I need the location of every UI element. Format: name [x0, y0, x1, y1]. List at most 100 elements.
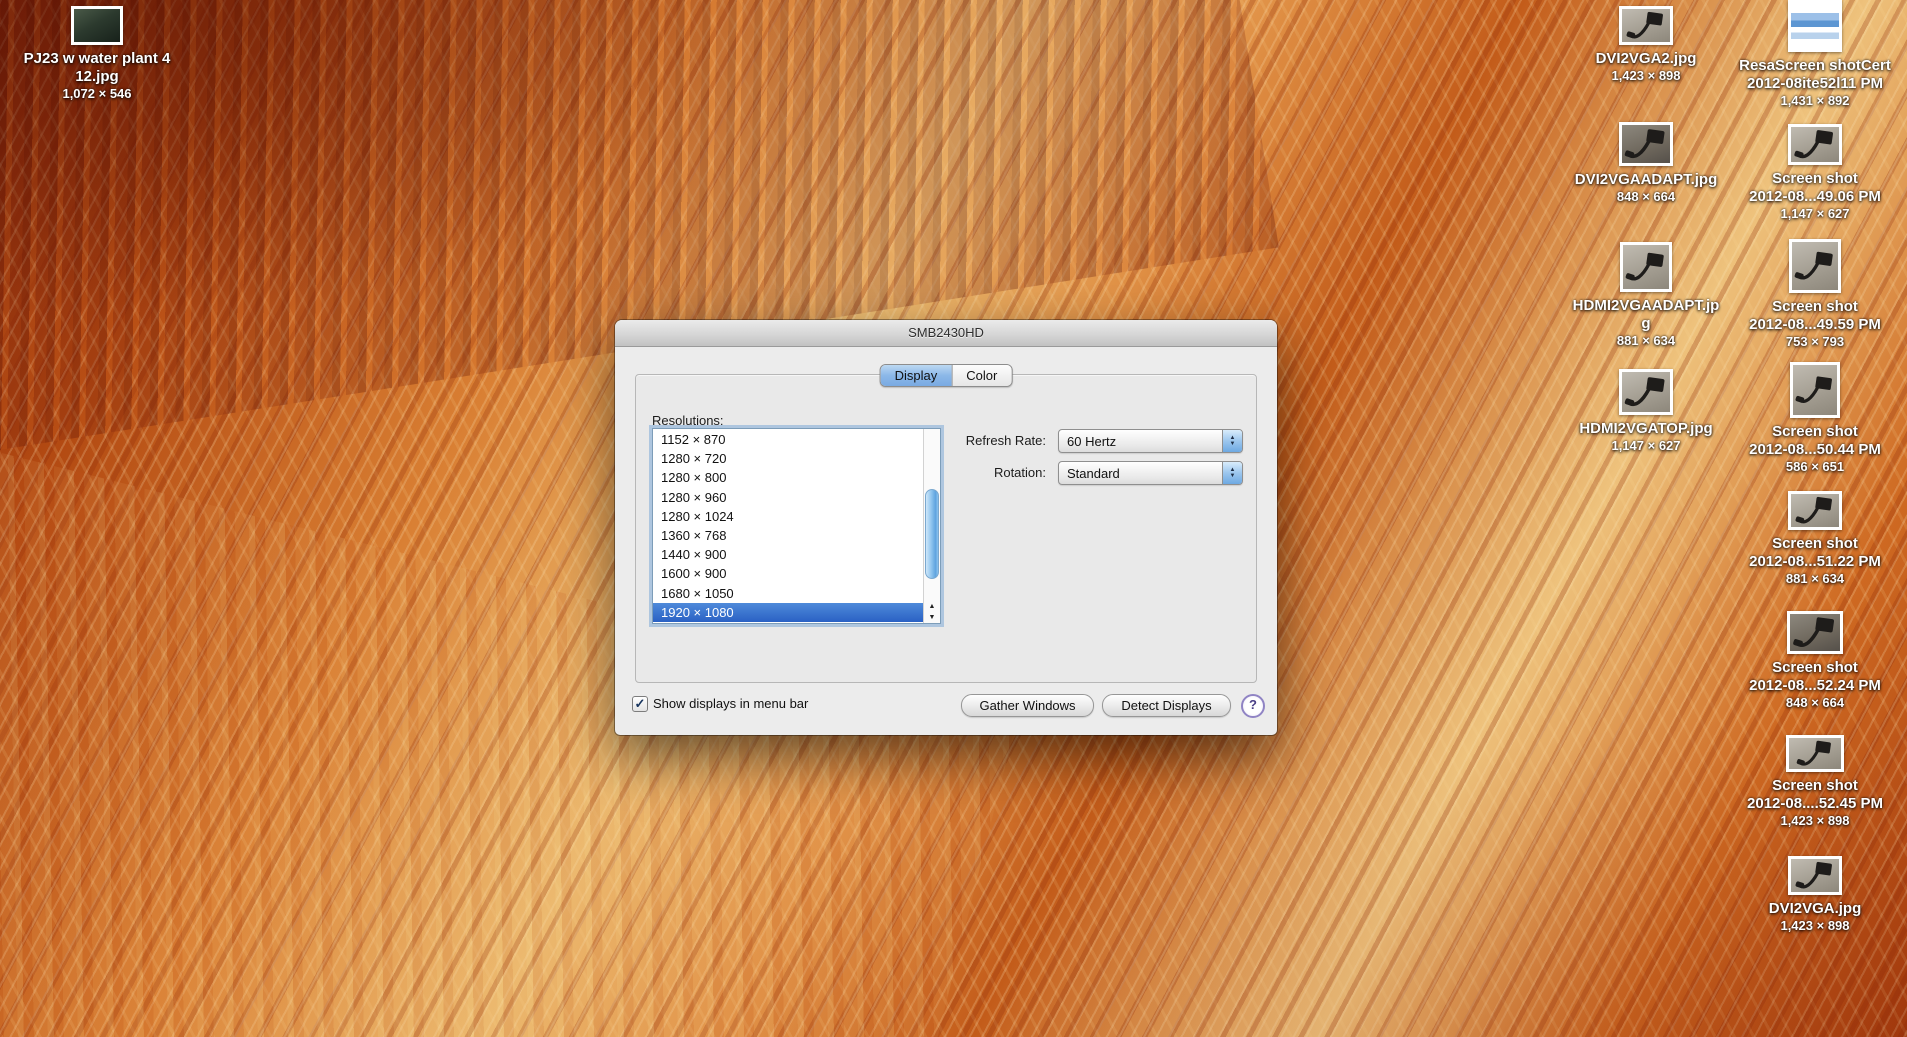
help-button[interactable]: ?: [1241, 694, 1265, 718]
file-thumbnail-icon: [1619, 369, 1673, 415]
icon-label-line: 2012-08ite52l11 PM: [1724, 75, 1907, 93]
resolutions-scrollbar[interactable]: ▲ ▼: [923, 429, 940, 623]
icon-label-line: 2012-08...49.06 PM: [1725, 188, 1905, 206]
icon-dimensions: 881 × 634: [1725, 571, 1905, 587]
file-thumbnail-icon: [1789, 239, 1841, 293]
gather-windows-button[interactable]: Gather Windows: [961, 694, 1094, 717]
resolution-option[interactable]: 1280 × 960: [653, 488, 924, 507]
desktop-icon[interactable]: ResaScreen shotCert2012-08ite52l11 PM 1,…: [1724, 0, 1907, 109]
adapter-glyph-icon: [1793, 365, 1837, 415]
file-thumbnail-icon: [71, 6, 123, 45]
icon-label: DVI2VGA2.jpg: [1556, 50, 1736, 68]
adapter-glyph-icon: [1623, 245, 1669, 289]
scroll-down-arrow[interactable]: ▼: [924, 612, 940, 623]
thumbnail-photo: [74, 9, 120, 42]
icon-dimensions: 1,147 × 627: [1725, 206, 1905, 222]
window-title: SMB2430HD: [908, 325, 984, 340]
icon-label-line: DVI2VGA2.jpg: [1556, 50, 1736, 68]
file-thumbnail-icon: [1787, 611, 1843, 654]
adapter-glyph-icon: [1790, 614, 1840, 651]
resolution-option[interactable]: 1152 × 870: [653, 430, 924, 449]
resolution-option[interactable]: 1680 × 1050: [653, 584, 924, 603]
icon-label-line: DVI2VGAADAPT.jpg: [1556, 171, 1736, 189]
icon-dimensions: 1,423 × 898: [1725, 918, 1905, 934]
icon-label-line: DVI2VGA.jpg: [1725, 900, 1905, 918]
desktop-icon[interactable]: Screen shot2012-08...51.22 PM 881 × 634: [1725, 491, 1905, 587]
icon-label: DVI2VGA.jpg: [1725, 900, 1905, 918]
icon-label: Screen shot2012-08...49.06 PM: [1725, 170, 1905, 206]
desktop-icon[interactable]: DVI2VGA2.jpg 1,423 × 898: [1556, 6, 1736, 84]
adapter-glyph-icon: [1622, 9, 1670, 42]
adapter-glyph-icon: [1791, 127, 1839, 162]
tab-display[interactable]: Display: [881, 365, 952, 386]
rotation-select[interactable]: Standard ▲▼: [1058, 461, 1243, 485]
resolution-option[interactable]: 1280 × 1024: [653, 507, 924, 526]
file-thumbnail-icon: [1790, 362, 1840, 418]
icon-label-line: Screen shot: [1725, 170, 1905, 188]
detect-displays-button[interactable]: Detect Displays: [1102, 694, 1231, 717]
resolution-option[interactable]: 1600 × 900: [653, 564, 924, 583]
refresh-rate-select[interactable]: 60 Hertz ▲▼: [1058, 429, 1243, 453]
resolution-option[interactable]: 1280 × 720: [653, 449, 924, 468]
icon-label-line: 2012-08...52.24 PM: [1725, 677, 1905, 695]
icon-label-line: 12.jpg: [1, 68, 193, 86]
popup-stepper-icon: ▲▼: [1222, 462, 1242, 484]
thumbnail-photo: [1791, 494, 1839, 527]
icon-label: ResaScreen shotCert2012-08ite52l11 PM: [1724, 57, 1907, 93]
adapter-glyph-icon: [1622, 372, 1670, 412]
scroll-up-arrow[interactable]: ▲: [924, 601, 940, 612]
icon-label-line: Screen shot: [1724, 777, 1907, 795]
icon-dimensions: 848 × 664: [1725, 695, 1905, 711]
adapter-glyph-icon: [1789, 738, 1841, 769]
icon-dimensions: 1,431 × 892: [1724, 93, 1907, 109]
adapter-glyph-icon: [1622, 125, 1670, 163]
thumbnail-photo: [1622, 9, 1670, 42]
icon-dimensions: 1,072 × 546: [1, 86, 193, 102]
file-thumbnail-icon: [1619, 122, 1673, 166]
refresh-rate-value: 60 Hertz: [1059, 434, 1222, 449]
resolution-option[interactable]: 1280 × 800: [653, 468, 924, 487]
scrollbar-thumb[interactable]: [925, 489, 939, 579]
resolution-option[interactable]: 1440 × 900: [653, 545, 924, 564]
desktop-icon[interactable]: HDMI2VGAADAPT.jpg 881 × 634: [1556, 242, 1736, 349]
icon-dimensions: 586 × 651: [1725, 459, 1905, 475]
file-thumbnail-icon: [1786, 735, 1844, 772]
thumbnail-photo: [1793, 365, 1837, 415]
checkmark-icon: ✓: [633, 697, 647, 710]
icon-label-line: 2012-08...49.59 PM: [1725, 316, 1905, 334]
desktop-icon[interactable]: Screen shot2012-08...50.44 PM 586 × 651: [1725, 362, 1905, 475]
file-thumbnail-icon: [1619, 6, 1673, 45]
icon-label-line: HDMI2VGAADAPT.jp: [1556, 297, 1736, 315]
desktop-icon[interactable]: HDMI2VGATOP.jpg 1,147 × 627: [1556, 369, 1736, 454]
desktop-icon[interactable]: DVI2VGA.jpg 1,423 × 898: [1725, 856, 1905, 934]
tab-color[interactable]: Color: [951, 365, 1011, 386]
resolution-option[interactable]: 1360 × 768: [653, 526, 924, 545]
icon-label-line: HDMI2VGATOP.jpg: [1556, 420, 1736, 438]
icon-label-line: ResaScreen shotCert: [1724, 57, 1907, 75]
desktop-icon[interactable]: DVI2VGAADAPT.jpg 848 × 664: [1556, 122, 1736, 205]
icon-dimensions: 1,423 × 898: [1556, 68, 1736, 84]
scrollbar-arrows: ▲ ▼: [924, 601, 940, 623]
refresh-rate-label: Refresh Rate:: [886, 433, 1046, 448]
desktop-icon[interactable]: Screen shot2012-08....52.45 PM 1,423 × 8…: [1724, 735, 1907, 829]
icon-label-line: Screen shot: [1725, 423, 1905, 441]
icon-dimensions: 848 × 664: [1556, 189, 1736, 205]
icon-label-line: Screen shot: [1725, 535, 1905, 553]
thumbnail-photo: [1791, 127, 1839, 162]
desktop-icon[interactable]: PJ23 w water plant 412.jpg 1,072 × 546: [1, 6, 193, 102]
icon-dimensions: 753 × 793: [1725, 334, 1905, 350]
icon-label-line: PJ23 w water plant 4: [1, 50, 193, 68]
resolution-option[interactable]: 1920 × 1080: [653, 603, 924, 622]
desktop-icon[interactable]: Screen shot2012-08...49.06 PM 1,147 × 62…: [1725, 124, 1905, 222]
window-titlebar[interactable]: SMB2430HD: [615, 320, 1277, 347]
desktop-icon[interactable]: Screen shot2012-08...52.24 PM 848 × 664: [1725, 611, 1905, 711]
file-thumbnail-icon: [1788, 0, 1842, 52]
show-displays-checkbox[interactable]: ✓: [632, 696, 648, 712]
desktop-icon[interactable]: Screen shot2012-08...49.59 PM 753 × 793: [1725, 239, 1905, 350]
resolutions-list[interactable]: 1152 × 8701280 × 7201280 × 8001280 × 960…: [652, 428, 941, 624]
icon-label-line: 2012-08...50.44 PM: [1725, 441, 1905, 459]
icon-label-line: g: [1556, 315, 1736, 333]
thumbnail-photo: [1789, 738, 1841, 769]
icon-label: Screen shot2012-08...51.22 PM: [1725, 535, 1905, 571]
file-thumbnail-icon: [1620, 242, 1672, 292]
